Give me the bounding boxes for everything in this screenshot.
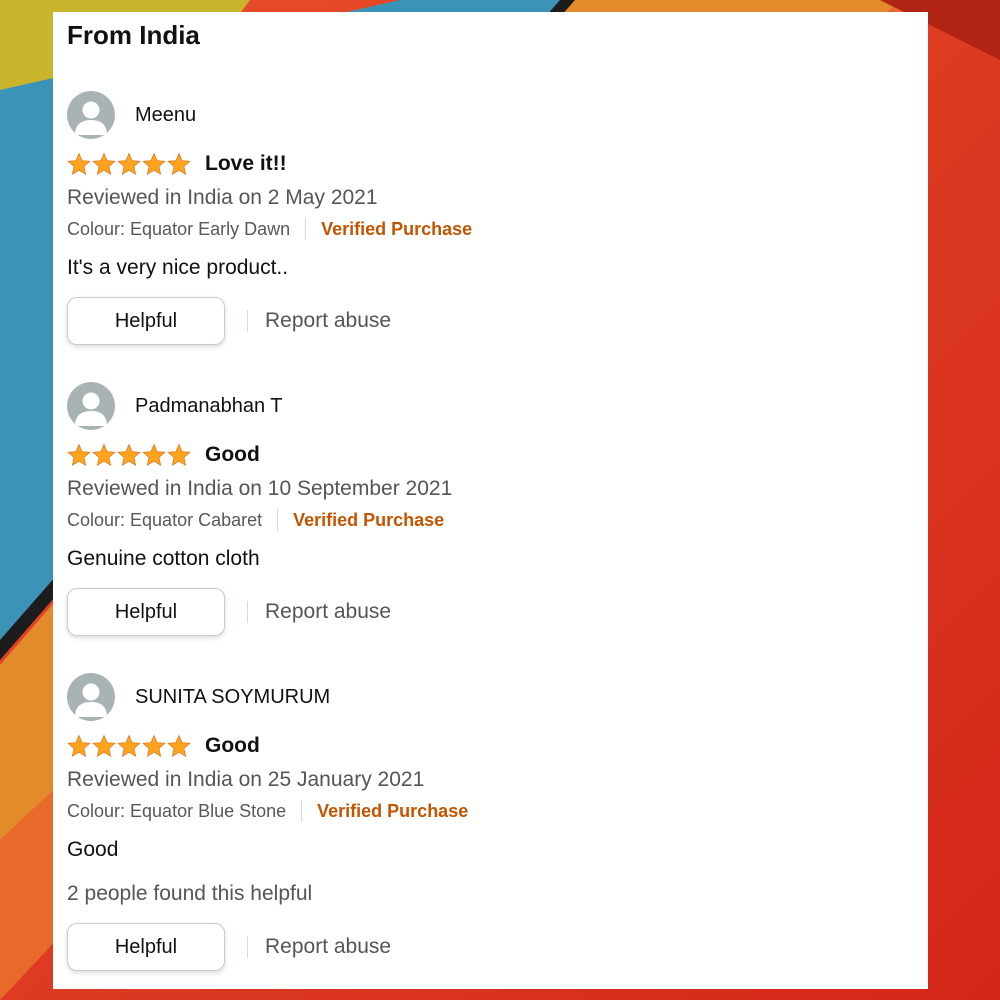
review-item: Padmanabhan T Good Reviewed in India on …: [67, 381, 907, 636]
user-avatar-icon: [67, 91, 115, 139]
star-icon: [117, 152, 141, 176]
star-icon: [142, 152, 166, 176]
star-icon: [92, 152, 116, 176]
section-heading: From India: [67, 20, 200, 50]
review-title[interactable]: Good: [205, 734, 260, 758]
review-actions: Helpful Report abuse: [67, 297, 907, 345]
review-title[interactable]: Good: [205, 443, 260, 467]
star-icon: [142, 734, 166, 758]
colour-variant[interactable]: Colour: Equator Early Dawn: [67, 219, 290, 240]
meta-divider: [277, 509, 279, 531]
review-meta: Colour: Equator Early Dawn Verified Purc…: [67, 218, 907, 240]
review-body: It's a very nice product..: [67, 256, 289, 279]
star-icon: [117, 734, 141, 758]
review-actions: Helpful Report abuse: [67, 923, 907, 971]
star-rating[interactable]: [67, 734, 191, 758]
colour-variant[interactable]: Colour: Equator Cabaret: [67, 510, 262, 531]
report-abuse-link[interactable]: Report abuse: [265, 309, 391, 333]
reviewer: SUNITA SOYMURUM: [67, 672, 907, 722]
review-date: Reviewed in India on 25 January 2021: [67, 768, 425, 791]
review-actions: Helpful Report abuse: [67, 588, 907, 636]
star-icon: [67, 443, 91, 467]
rating-row: Good: [67, 441, 907, 469]
review-meta: Colour: Equator Cabaret Verified Purchas…: [67, 509, 907, 531]
verified-purchase-badge: Verified Purchase: [321, 218, 473, 239]
helpful-button[interactable]: Helpful: [67, 297, 225, 345]
helpful-button[interactable]: Helpful: [67, 588, 225, 636]
review-body: Good: [67, 838, 119, 861]
user-avatar-icon: [67, 673, 115, 721]
action-divider: [247, 936, 248, 958]
star-icon: [67, 152, 91, 176]
review-date: Reviewed in India on 10 September 2021: [67, 477, 453, 500]
reviewer-name[interactable]: Padmanabhan T: [135, 395, 283, 418]
star-icon: [142, 443, 166, 467]
review-body: Genuine cotton cloth: [67, 547, 260, 570]
verified-purchase-badge: Verified Purchase: [317, 800, 469, 821]
review-date: Reviewed in India on 2 May 2021: [67, 186, 378, 209]
review-title[interactable]: Love it!!: [205, 152, 287, 176]
star-rating[interactable]: [67, 152, 191, 176]
review-meta: Colour: Equator Blue Stone Verified Purc…: [67, 800, 907, 822]
star-icon: [92, 734, 116, 758]
action-divider: [247, 601, 248, 623]
rating-row: Good: [67, 732, 907, 760]
reviews-card: From India Meenu Love it!! Reviewed in I…: [53, 12, 928, 989]
report-abuse-link[interactable]: Report abuse: [265, 935, 391, 959]
reviewer: Meenu: [67, 90, 907, 140]
reviewer-name[interactable]: Meenu: [135, 104, 196, 127]
helpful-count: 2 people found this helpful: [67, 882, 313, 905]
meta-divider: [301, 800, 303, 822]
star-icon: [167, 734, 191, 758]
user-avatar-icon: [67, 382, 115, 430]
reviewer-name[interactable]: SUNITA SOYMURUM: [135, 686, 330, 709]
star-icon: [167, 152, 191, 176]
star-rating[interactable]: [67, 443, 191, 467]
colour-variant[interactable]: Colour: Equator Blue Stone: [67, 801, 286, 822]
rating-row: Love it!!: [67, 150, 907, 178]
star-icon: [167, 443, 191, 467]
helpful-button[interactable]: Helpful: [67, 923, 225, 971]
reviewer: Padmanabhan T: [67, 381, 907, 431]
star-icon: [117, 443, 141, 467]
review-item: SUNITA SOYMURUM Good Reviewed in India o…: [67, 672, 907, 971]
meta-divider: [305, 218, 307, 240]
star-icon: [67, 734, 91, 758]
review-item: Meenu Love it!! Reviewed in India on 2 M…: [67, 90, 907, 345]
verified-purchase-badge: Verified Purchase: [293, 509, 445, 530]
star-icon: [92, 443, 116, 467]
report-abuse-link[interactable]: Report abuse: [265, 600, 391, 624]
action-divider: [247, 310, 248, 332]
